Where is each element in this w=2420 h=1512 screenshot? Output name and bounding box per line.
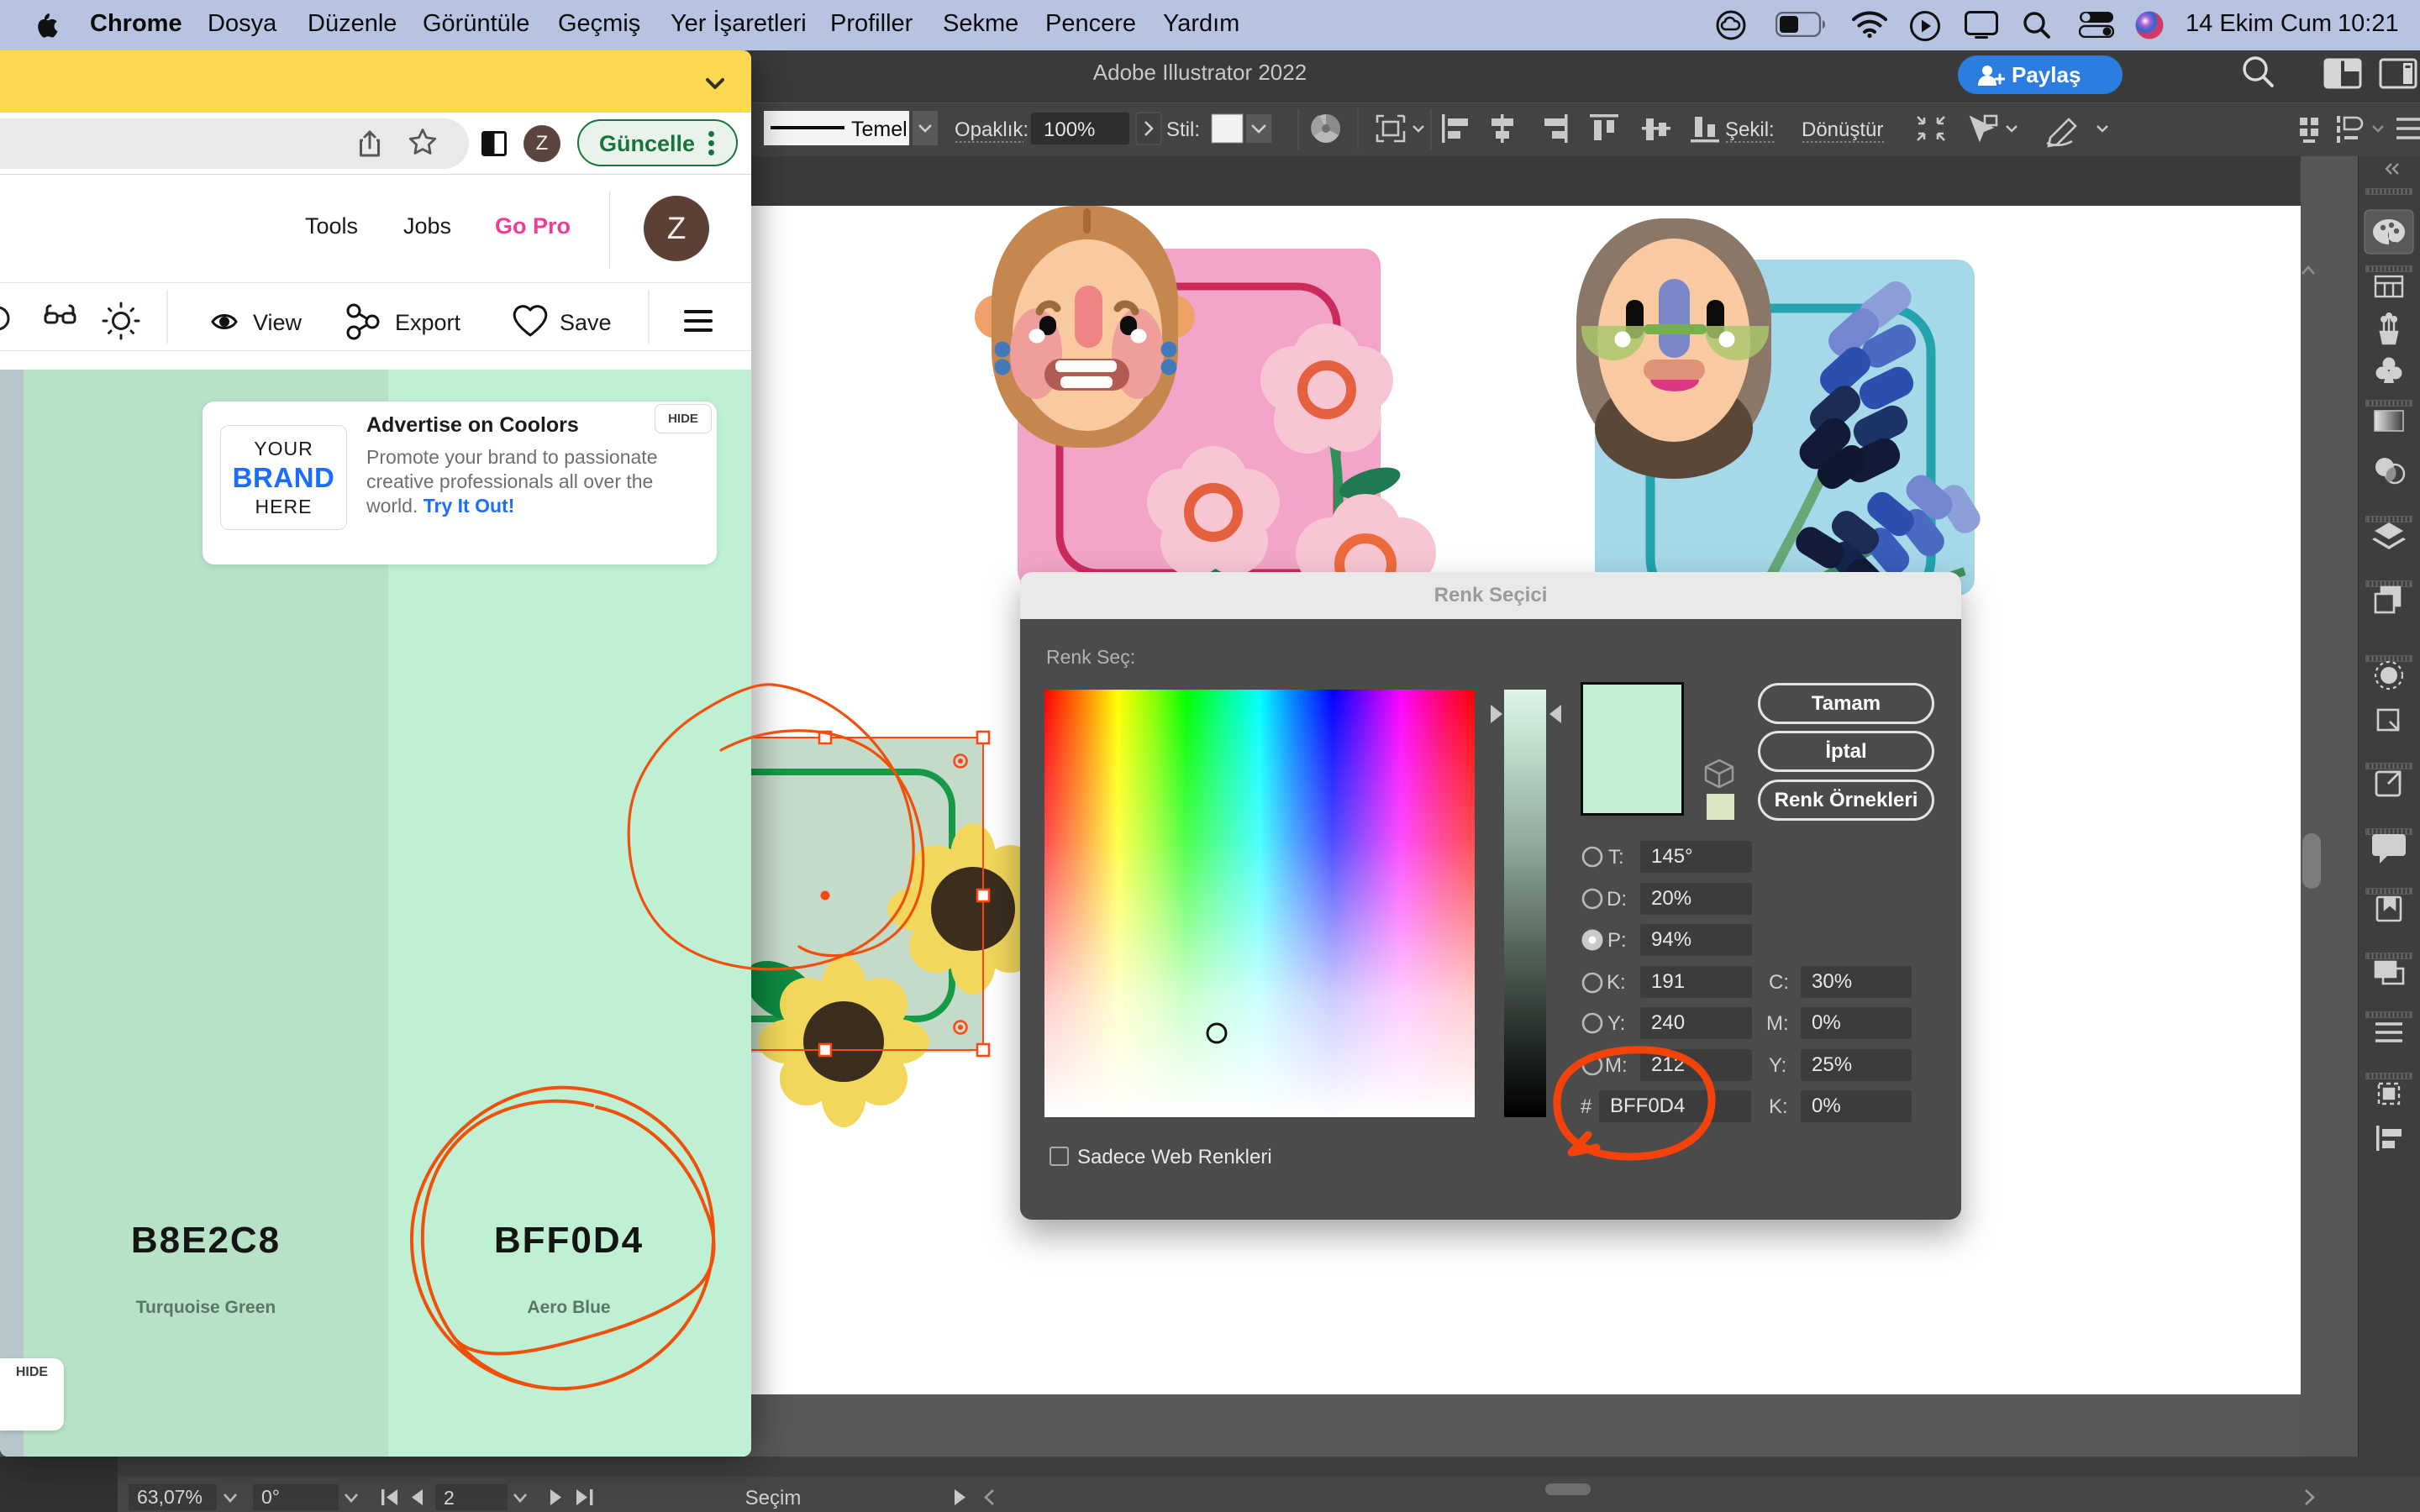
svg-text:Export: Export <box>395 310 461 335</box>
svg-text:Save: Save <box>560 310 612 335</box>
svg-text:View: View <box>253 310 302 335</box>
